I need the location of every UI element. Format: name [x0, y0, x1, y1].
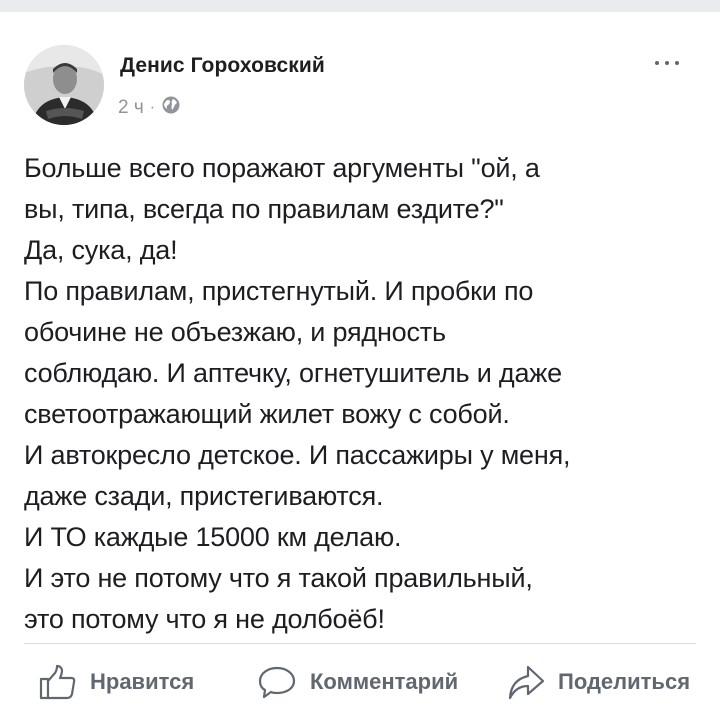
meta-separator: ·: [149, 99, 156, 116]
more-dots-icon[interactable]: [644, 50, 690, 76]
post-text-line: соблюдаю. И аптечку, огнетушитель и даже: [24, 358, 562, 388]
post-text-line: обочине не объезжаю, и рядность: [24, 317, 446, 347]
timestamp[interactable]: 2 ч: [118, 97, 144, 119]
post-text-line: это потому что я не долбоёб!: [24, 604, 385, 634]
post-text-line: светоотражающий жилет вожу с собой.: [24, 399, 510, 429]
post-text-line: И это не потому что я такой правильный,: [24, 563, 533, 593]
post-card: Денис Гороховский 2 ч · Больше всего пор…: [0, 12, 720, 720]
share-arrow-icon: [506, 662, 546, 702]
globe-icon[interactable]: [161, 95, 181, 121]
post-text-line: вы, типа, всегда по правилам ездите?": [24, 194, 504, 224]
avatar-photo: [24, 45, 104, 125]
post-text-line: Да, сука, да!: [24, 235, 178, 265]
post-text-line: Больше всего поражают аргументы "ой, а: [24, 153, 540, 183]
post-text-line: И автокресло детское. И пассажиры у меня…: [24, 440, 571, 470]
post-text-line: даже сзади, пристегиваются.: [24, 481, 384, 511]
post-text-line: По правилам, пристегнутый. И пробки по: [24, 276, 534, 306]
feed-background: [0, 0, 720, 12]
post-text: Больше всего поражают аргументы "ой, а в…: [24, 148, 704, 640]
share-label: Поделиться: [558, 669, 691, 694]
action-bar: Нравится Комментарий Поделиться: [0, 644, 720, 720]
comment-bubble-icon: [256, 662, 298, 702]
comment-label: Комментарий: [310, 669, 459, 694]
post-meta: 2 ч ·: [118, 96, 181, 120]
thumbs-up-icon: [38, 662, 78, 702]
avatar[interactable]: [24, 45, 104, 125]
post-text-line: И ТО каждые 15000 км делаю.: [24, 522, 402, 552]
share-button[interactable]: Поделиться: [506, 658, 690, 706]
author-name[interactable]: Денис Гороховский: [120, 54, 325, 78]
like-label: Нравится: [90, 669, 195, 694]
like-button[interactable]: Нравится: [38, 658, 194, 706]
comment-button[interactable]: Комментарий: [256, 658, 458, 706]
